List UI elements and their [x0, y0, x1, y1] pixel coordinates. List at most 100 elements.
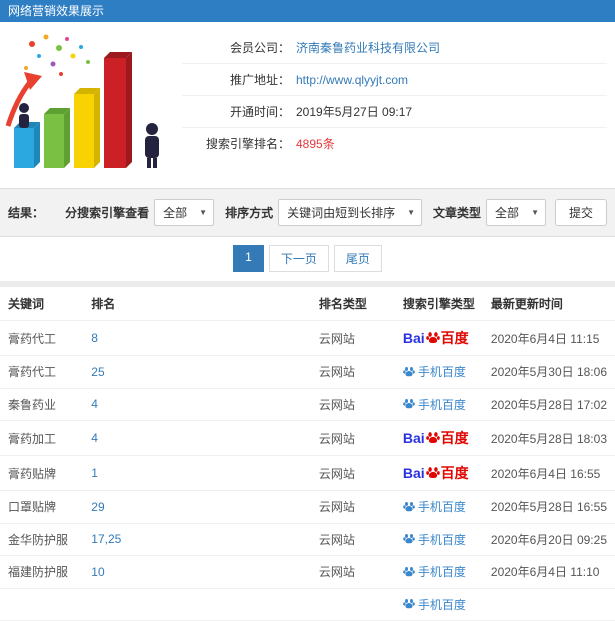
result-label: 结果： [8, 206, 45, 220]
rank-type-cell: 云网站 [310, 555, 395, 589]
rank-type-cell: 云网站 [310, 455, 395, 491]
rank-link[interactable]: 4 [91, 397, 98, 411]
engine-cell: 手机百度 [394, 355, 483, 389]
updated-cell: 2020年6月20日 09:25 [482, 523, 615, 556]
rank-link[interactable]: 1 [91, 466, 98, 480]
paw-icon [425, 467, 440, 479]
rank-cell: 4 [83, 420, 311, 456]
table-row: 膏药代工 25 云网站 手机百度 2020年5月30日 18:06 [0, 355, 615, 389]
rank-link[interactable]: 29 [91, 500, 104, 514]
page-current[interactable]: 1 [233, 245, 264, 272]
sort-filter-label: 排序方式 [225, 206, 274, 220]
header-rank: 排名 [83, 287, 311, 321]
rank-cell: 10 [83, 555, 311, 589]
ranking-table-body: 膏药代工 8 云网站 Bai 百度 2020年6月4日 11:15 膏药代工 25 云网站 手机百… [0, 320, 615, 621]
table-row: 金华防护服 17,25 云网站 手机百度 2020年6月20日 09:25 [0, 523, 615, 556]
rank-link[interactable]: 17,25 [91, 532, 121, 546]
page-title: 网络营销效果展示 [8, 4, 105, 18]
info-row-rank-count: 搜索引擎排名： 4895条 [182, 128, 607, 159]
member-info: 会员公司： 济南秦鲁药业科技有限公司 推广地址： http://www.qlyy… [182, 32, 607, 180]
marketing-illustration [0, 28, 178, 180]
rank-cell: 8 [83, 320, 311, 356]
rank-link[interactable]: 8 [91, 331, 98, 345]
rank-cell: 4 [83, 388, 311, 421]
info-row-url: 推广地址： http://www.qlyyjt.com [182, 64, 607, 96]
rank-cell: 17,25 [83, 523, 311, 556]
open-time-label: 开通时间： [229, 105, 290, 119]
engine-filter-value: 全部 [163, 206, 188, 220]
rank-type-cell: 云网站 [310, 320, 395, 356]
header-engine-type: 搜索引擎类型 [394, 287, 483, 321]
engine-cell: 手机百度 [394, 490, 483, 524]
pagination-panel: 1 下一页 尾页 [0, 237, 615, 281]
filter-controls: 分搜索引擎查看 全部 ▼ 排序方式 关键词由短到长排序 ▼ 文章类型 全部 ▼ … [59, 199, 607, 226]
promo-url-link[interactable]: http://www.qlyyjt.com [296, 73, 408, 87]
company-label: 会员公司： [229, 41, 290, 55]
info-row-open-time: 开通时间： 2019年5月27日 09:17 [182, 96, 607, 128]
engine-filter-label: 分搜索引擎查看 [65, 206, 150, 220]
engine-cell: Bai 百度 [394, 455, 483, 491]
baidu-mobile-logo: 手机百度 [403, 363, 466, 380]
baidu-pc-logo: Bai 百度 [402, 465, 469, 481]
sort-filter-select[interactable]: 关键词由短到长排序 ▼ [278, 199, 423, 226]
keyword-cell: 金华防护服 [0, 523, 84, 556]
rank-type-cell: 云网站 [310, 420, 395, 456]
bar-chart-illustration [5, 34, 159, 168]
engine-cell: 手机百度 [394, 555, 483, 589]
engine-cell: 手机百度 [394, 523, 483, 556]
keyword-cell: 膏药代工 [0, 320, 84, 356]
rank-type-cell: 云网站 [310, 388, 395, 421]
keyword-cell: 膏药贴牌 [0, 455, 84, 491]
baidu-pc-logo: Bai 百度 [402, 430, 469, 446]
page-next[interactable]: 下一页 [268, 245, 329, 272]
article-type-select[interactable]: 全部 ▼ [486, 199, 546, 226]
rank-link[interactable]: 4 [91, 431, 98, 445]
table-row: 口罩贴牌 29 云网站 手机百度 2020年5月28日 16:55 [0, 490, 615, 524]
keyword-cell: 膏药代工 [0, 355, 84, 389]
updated-cell: 2020年5月30日 18:06 [482, 355, 615, 389]
rank-cell [83, 588, 311, 621]
engine-filter-select[interactable]: 全部 ▼ [154, 199, 215, 226]
updated-cell: 2020年5月28日 17:02 [482, 388, 615, 421]
paw-icon [403, 534, 415, 544]
keyword-cell [0, 588, 84, 621]
baidu-mobile-logo: 手机百度 [403, 563, 466, 580]
updated-cell [482, 588, 615, 621]
article-type-value: 全部 [495, 206, 520, 220]
rank-type-cell: 云网站 [310, 355, 395, 389]
page-last[interactable]: 尾页 [333, 245, 382, 272]
keyword-cell: 口罩贴牌 [0, 490, 84, 524]
baidu-pc-logo: Bai 百度 [402, 330, 469, 346]
table-row: 膏药代工 8 云网站 Bai 百度 2020年6月4日 11:15 [0, 320, 615, 356]
keyword-cell: 福建防护服 [0, 555, 84, 589]
updated-cell: 2020年5月28日 16:55 [482, 490, 615, 524]
header-rank-type: 排名类型 [310, 287, 395, 321]
baidu-mobile-logo: 手机百度 [403, 531, 466, 548]
submit-button[interactable]: 提交 [554, 199, 607, 226]
sort-filter-value: 关键词由短到长排序 [287, 206, 396, 220]
paw-icon [403, 366, 415, 376]
rank-link[interactable]: 25 [91, 365, 104, 379]
updated-cell: 2020年6月4日 11:10 [482, 555, 615, 589]
open-time-value: 2019年5月27日 09:17 [296, 105, 413, 119]
rank-count-label: 搜索引擎排名： [205, 137, 290, 151]
engine-cell: 手机百度 [394, 388, 483, 421]
table-row: 膏药加工 4 云网站 Bai 百度 2020年5月28日 18:03 [0, 420, 615, 456]
paw-icon [425, 432, 440, 444]
keyword-cell: 膏药加工 [0, 420, 84, 456]
rank-type-cell [310, 588, 395, 621]
table-row: 手机百度 [0, 588, 615, 621]
table-row: 秦鲁药业 4 云网站 手机百度 2020年5月28日 17:02 [0, 388, 615, 421]
chevron-down-icon: ▼ [199, 208, 208, 217]
header-keyword: 关键词 [0, 287, 84, 321]
rank-count-value: 4895条 [296, 137, 335, 151]
updated-cell: 2020年6月4日 16:55 [482, 455, 615, 491]
baidu-mobile-logo: 手机百度 [403, 596, 466, 613]
updated-cell: 2020年5月28日 18:03 [482, 420, 615, 456]
article-type-label: 文章类型 [433, 206, 482, 220]
table-row: 膏药贴牌 1 云网站 Bai 百度 2020年6月4日 16:55 [0, 455, 615, 491]
rank-link[interactable]: 10 [91, 565, 104, 579]
table-header-row: 关键词 排名 排名类型 搜索引擎类型 最新更新时间 [0, 287, 615, 321]
baidu-mobile-logo: 手机百度 [403, 396, 466, 413]
company-link[interactable]: 济南秦鲁药业科技有限公司 [296, 39, 440, 56]
